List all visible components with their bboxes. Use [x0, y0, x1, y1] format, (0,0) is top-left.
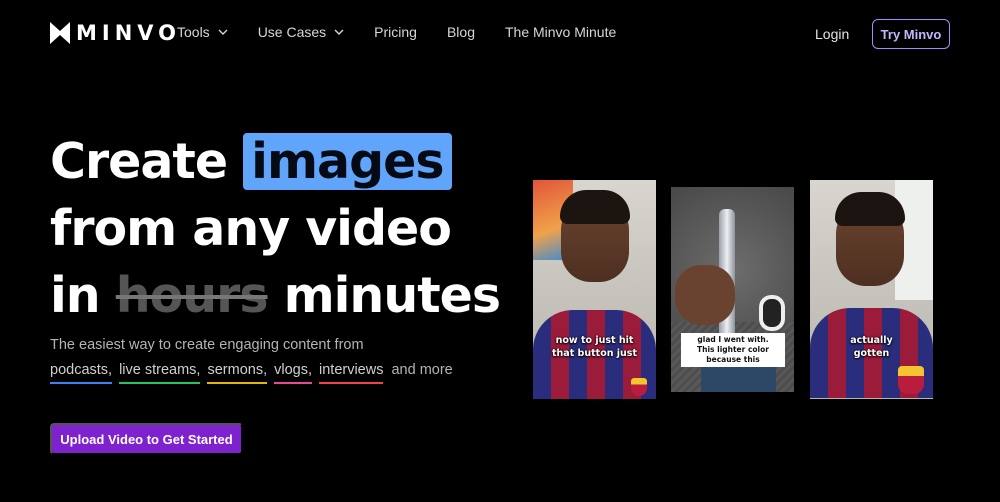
- nav-blog-label: Blog: [446, 24, 475, 40]
- nav-use-cases-label: Use Cases: [257, 24, 327, 40]
- headline-minutes: minutes: [283, 267, 501, 324]
- upload-video-button[interactable]: Upload Video to Get Started: [50, 423, 243, 455]
- shoe: [759, 295, 785, 331]
- brand-logo[interactable]: MINVO: [50, 22, 181, 44]
- hero-subtitle: The easiest way to create engaging conte…: [50, 337, 364, 353]
- hand: [675, 265, 735, 325]
- video-preview-2[interactable]: glad I went with. This lighter color bec…: [671, 187, 794, 392]
- nav-blog[interactable]: Blog: [447, 24, 475, 40]
- nav-pricing-label: Pricing: [374, 24, 417, 40]
- tag-podcasts[interactable]: podcasts,: [50, 362, 113, 384]
- video-preview-3[interactable]: actually gotten: [810, 180, 933, 399]
- login-link[interactable]: Login: [815, 26, 849, 42]
- tags-suffix: and more: [391, 362, 453, 378]
- nav-minvo-minute-label: The Minvo Minute: [504, 24, 617, 40]
- tag-interviews[interactable]: interviews: [319, 362, 384, 384]
- nav-tools-label: Tools: [177, 24, 210, 40]
- top-navigation: MINVO Tools Use Cases Pricing Blog The M…: [0, 0, 1000, 68]
- club-crest-icon: [898, 366, 924, 394]
- nav-use-cases[interactable]: Use Cases: [258, 24, 344, 40]
- minvo-logo-icon: [50, 22, 70, 44]
- video-caption: actually gotten: [850, 335, 893, 359]
- nav-links: Tools Use Cases Pricing Blog The Minvo M…: [177, 24, 616, 40]
- hero-headline: Create images from any video in hours mi…: [50, 128, 520, 329]
- video-preview-1[interactable]: now to just hit that button just: [533, 180, 656, 399]
- club-crest-icon: [631, 378, 647, 396]
- use-case-tags: podcasts, live streams, sermons, vlogs, …: [50, 362, 453, 384]
- headline-create: Create: [50, 133, 228, 190]
- headline-in: in: [50, 267, 101, 324]
- tag-sermons[interactable]: sermons,: [207, 362, 268, 384]
- video-caption: glad I went with. This lighter color bec…: [681, 333, 785, 367]
- chevron-down-icon: [334, 29, 344, 35]
- headline-line-3: in hours minutes: [50, 262, 520, 329]
- try-minvo-button[interactable]: Try Minvo: [872, 19, 950, 49]
- headline-strikethrough: hours: [115, 267, 269, 324]
- nav-minvo-minute[interactable]: The Minvo Minute: [505, 24, 616, 40]
- headline-line-1: Create images: [50, 128, 520, 195]
- brand-name: MINVO: [76, 21, 182, 45]
- nav-pricing[interactable]: Pricing: [374, 24, 417, 40]
- tag-vlogs[interactable]: vlogs,: [274, 362, 312, 384]
- headline-line-2: from any video: [50, 200, 452, 257]
- tag-live-streams[interactable]: live streams,: [119, 362, 201, 384]
- headline-highlight: images: [243, 133, 452, 190]
- video-caption: now to just hit that button just: [551, 335, 638, 359]
- chevron-down-icon: [218, 29, 228, 35]
- nav-tools[interactable]: Tools: [177, 24, 228, 40]
